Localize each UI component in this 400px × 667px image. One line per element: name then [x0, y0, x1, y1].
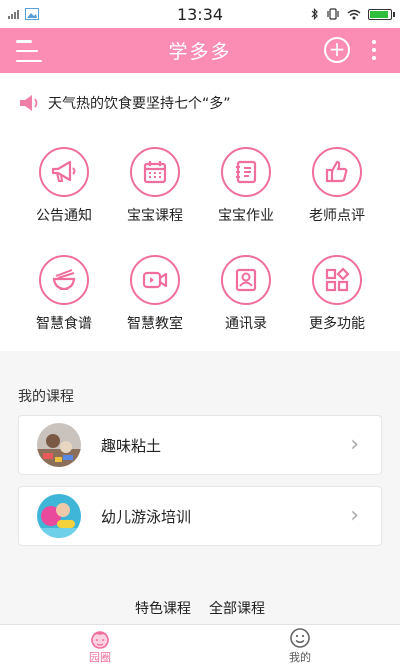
kid-face-icon: [91, 631, 109, 649]
more-vertical-icon[interactable]: [366, 37, 382, 63]
feature-label: 智慧教室: [127, 316, 183, 332]
feature-label: 更多功能: [309, 316, 365, 332]
course-name: 幼儿游泳培训: [101, 507, 192, 526]
video-camera-icon: [130, 255, 180, 305]
course-item[interactable]: 趣味粘土 ›: [18, 415, 382, 475]
course-thumbnail: [37, 423, 81, 467]
featured-courses-link[interactable]: 特色课程: [135, 598, 191, 622]
smiley-icon: [290, 628, 310, 648]
feature-contacts[interactable]: 通讯录: [201, 255, 291, 345]
feature-smart-recipes[interactable]: 智慧食谱: [19, 255, 109, 345]
bowl-icon: [39, 255, 89, 305]
signal-icon: [8, 9, 19, 19]
battery-icon: [367, 8, 395, 20]
app-title: 学多多: [168, 41, 232, 63]
all-courses-link[interactable]: 全部课程: [209, 598, 265, 622]
plus-circle-icon[interactable]: +: [324, 37, 350, 63]
vibrate-icon: [327, 8, 339, 20]
status-bar: 13:34: [0, 0, 400, 28]
my-courses-heading: 我的课程: [18, 389, 74, 405]
chevron-right-icon: ›: [350, 432, 359, 457]
chevron-right-icon: ›: [350, 503, 359, 528]
feature-label: 智慧食谱: [36, 316, 92, 332]
feature-baby-homework[interactable]: 宝宝作业: [201, 147, 291, 237]
announcement-banner[interactable]: 天气热的饮食要坚持七个“多”: [0, 73, 400, 133]
bluetooth-icon: [311, 8, 318, 20]
footer-links: 特色课程 全部课程: [0, 598, 400, 622]
feature-smart-classroom[interactable]: 智慧教室: [110, 255, 200, 345]
contacts-icon: [221, 255, 271, 305]
course-thumbnail: [37, 494, 81, 538]
wifi-icon: [347, 9, 361, 19]
feature-announcements[interactable]: 公告通知: [19, 147, 109, 237]
tab-kindergarten-circle[interactable]: 园圈: [0, 625, 200, 667]
tab-label: 园圈: [89, 651, 111, 664]
feature-more[interactable]: 更多功能: [292, 255, 382, 345]
feature-teacher-review[interactable]: 老师点评: [292, 147, 382, 237]
image-notification-icon: [25, 8, 39, 20]
feature-label: 通讯录: [225, 316, 267, 332]
calendar-icon: [130, 147, 180, 197]
feature-label: 老师点评: [309, 208, 365, 224]
menu-icon[interactable]: [16, 40, 42, 62]
status-right: [282, 8, 395, 20]
tab-label: 我的: [289, 651, 311, 664]
tab-mine[interactable]: 我的: [200, 625, 400, 667]
notebook-icon: [221, 147, 271, 197]
tab-bar: 园圈 我的: [0, 624, 400, 667]
announcement-text: 天气热的饮食要坚持七个“多”: [48, 96, 231, 112]
feature-grid: 公告通知 宝宝课程 宝宝作业 老师点评 智慧食谱 智慧教室 通讯录 更多功能: [0, 133, 400, 351]
status-left: [8, 8, 118, 20]
feature-label: 公告通知: [36, 208, 92, 224]
app-header: 学多多 +: [0, 28, 400, 73]
speaker-icon: [20, 95, 38, 111]
megaphone-icon: [39, 147, 89, 197]
course-name: 趣味粘土: [101, 436, 162, 455]
thumbs-up-icon: [312, 147, 362, 197]
status-time: 13:34: [176, 4, 224, 24]
feature-label: 宝宝课程: [127, 208, 183, 224]
feature-baby-courses[interactable]: 宝宝课程: [110, 147, 200, 237]
feature-label: 宝宝作业: [218, 208, 274, 224]
apps-grid-icon: [312, 255, 362, 305]
course-item[interactable]: 幼儿游泳培训 ›: [18, 486, 382, 546]
